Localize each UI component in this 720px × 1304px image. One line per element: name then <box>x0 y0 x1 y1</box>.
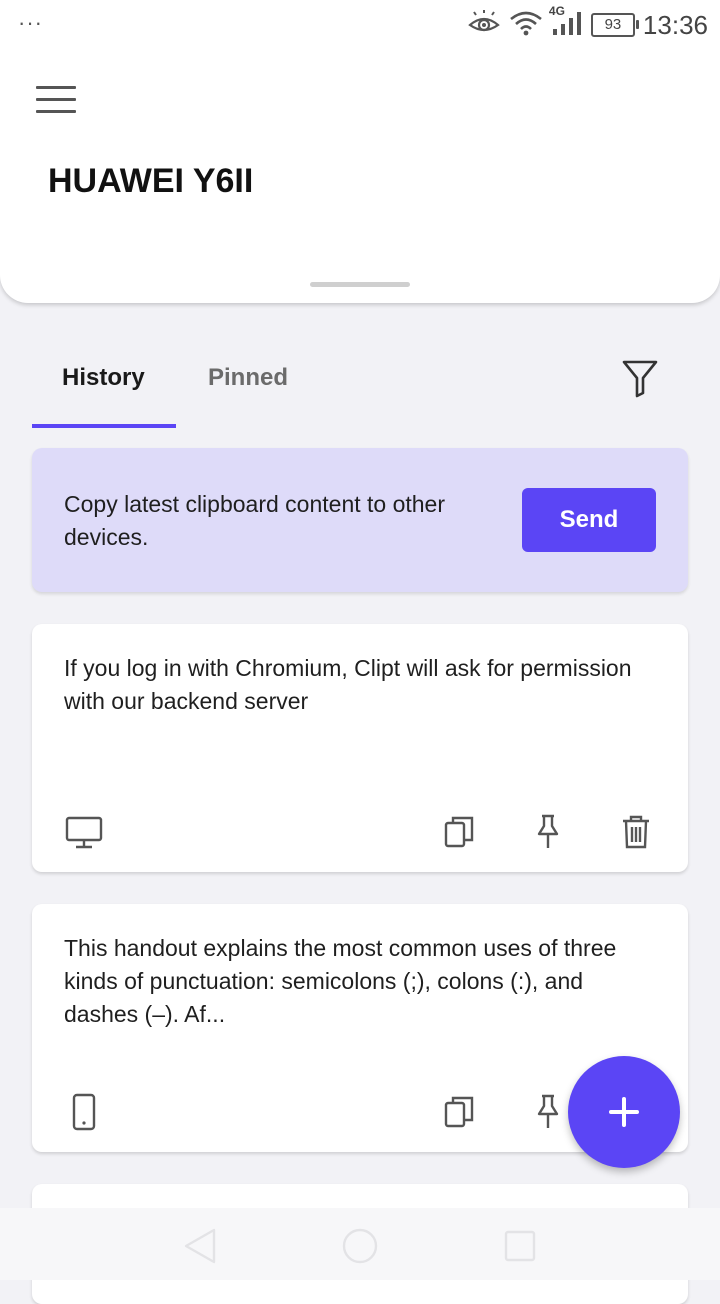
active-tab-indicator <box>32 424 176 428</box>
delete-button[interactable] <box>616 812 656 852</box>
recents-button[interactable] <box>500 1226 540 1266</box>
clock: 13:36 <box>642 9 708 40</box>
send-clipboard-message: Copy latest clipboard content to other d… <box>64 491 446 550</box>
wifi-icon <box>509 10 543 41</box>
tab-pinned[interactable]: Pinned <box>208 364 288 392</box>
copy-icon <box>444 1096 474 1128</box>
eye-comfort-icon <box>467 9 501 41</box>
desktop-icon <box>64 812 104 852</box>
filter-icon <box>622 360 658 398</box>
send-button[interactable]: Send <box>522 488 656 552</box>
send-clipboard-card: Copy latest clipboard content to other d… <box>32 448 688 592</box>
copy-button[interactable] <box>440 812 480 852</box>
menu-icon-bar <box>36 86 76 89</box>
back-icon <box>184 1228 216 1264</box>
system-nav-bar <box>0 1208 720 1280</box>
status-icons: 4G 93 13:36 <box>467 4 708 44</box>
drag-handle[interactable] <box>310 282 410 287</box>
status-bar: ··· 4G 93 13:36 <box>0 0 720 50</box>
clip-card[interactable]: If you log in with Chromium, Clipt will … <box>32 624 688 872</box>
pin-icon <box>537 814 559 848</box>
device-title: HUAWEI Y6II <box>48 162 254 200</box>
network-type: 4G <box>548 3 565 18</box>
filter-button[interactable] <box>620 358 660 400</box>
menu-icon-bar <box>36 98 76 101</box>
add-clip-button[interactable] <box>568 1056 680 1168</box>
signal-icon: 4G <box>549 4 583 42</box>
phone-icon <box>64 1092 104 1132</box>
plus-icon <box>609 1097 639 1127</box>
menu-button[interactable] <box>36 86 76 120</box>
notification-dots: ··· <box>18 10 43 35</box>
tab-bar: History Pinned <box>32 340 688 430</box>
battery-icon: 93 <box>590 13 639 37</box>
home-icon <box>342 1228 378 1264</box>
pin-icon <box>537 1094 559 1128</box>
clip-text: This handout explains the most common us… <box>64 935 617 1027</box>
recents-icon <box>504 1230 536 1262</box>
home-button[interactable] <box>340 1226 380 1266</box>
clip-text: If you log in with Chromium, Clipt will … <box>64 655 632 714</box>
copy-button[interactable] <box>440 1092 480 1132</box>
tab-history[interactable]: History <box>62 364 145 392</box>
pin-button[interactable] <box>528 812 568 852</box>
menu-icon-bar <box>36 110 76 113</box>
trash-icon <box>623 815 649 849</box>
pin-button[interactable] <box>528 1092 568 1132</box>
copy-icon <box>444 816 474 848</box>
back-button[interactable] <box>180 1226 220 1266</box>
